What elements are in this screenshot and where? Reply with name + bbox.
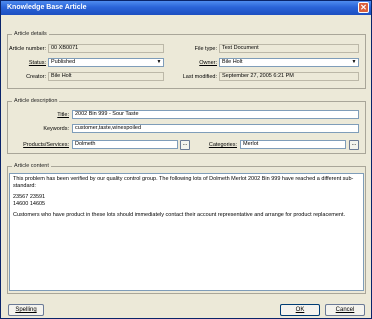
content-paragraph-3: Customers who have product in these lots… <box>13 212 346 218</box>
owner-dropdown[interactable]: Bile Holt ▼ <box>219 58 359 67</box>
article-content-editor[interactable]: This problem has been verified by our qu… <box>9 173 364 291</box>
content-lots: 23567 23591 14600 14605 <box>13 194 360 207</box>
article-number-field: 00 XB0071 <box>48 44 164 53</box>
article-content-legend: Article content <box>12 163 51 169</box>
chevron-down-icon[interactable]: ▼ <box>349 59 358 66</box>
categories-browse-button[interactable]: ... <box>349 140 359 150</box>
article-details-legend: Article details <box>12 31 49 37</box>
article-number-label: Article number: <box>9 46 46 52</box>
title-label: Title: <box>9 112 69 118</box>
categories-label-text: Categories: <box>208 142 237 148</box>
creator-field: Bile Holt <box>48 72 164 81</box>
title-input[interactable]: 2002 Bin 999 - Sour Taste <box>72 110 359 119</box>
file-type-field: Text Document <box>219 44 359 53</box>
ok-button[interactable]: OK <box>280 304 320 316</box>
file-type-label: File type: <box>194 46 217 52</box>
content-lots-line-2: 14600 14605 <box>13 200 46 207</box>
creator-label: Creator: <box>26 74 46 80</box>
status-dropdown[interactable]: Published ▼ <box>48 58 164 67</box>
close-icon[interactable]: ✕ <box>358 2 369 13</box>
categories-field[interactable]: Merlot <box>240 140 346 149</box>
ok-button-label: OK <box>295 307 305 313</box>
owner-label: Owner: <box>169 60 217 66</box>
content-paragraph-1: This problem has been verified by our qu… <box>13 176 354 189</box>
categories-label: Categories: <box>191 142 237 148</box>
status-value: Published <box>51 59 76 65</box>
cancel-button[interactable]: Cancel <box>325 304 365 316</box>
chevron-down-icon[interactable]: ▼ <box>154 59 163 66</box>
owner-label-text: Owner: <box>199 60 217 66</box>
status-label-text: Status: <box>28 60 46 66</box>
status-label: Status: <box>9 60 46 66</box>
products-label-text: Products/Services: <box>23 142 69 148</box>
window-title: Knowledge Base Article <box>7 4 87 11</box>
products-browse-button[interactable]: ... <box>180 140 190 150</box>
owner-value: Bile Holt <box>222 59 243 65</box>
last-modified-label: Last modified: <box>182 74 217 80</box>
spelling-button-label: Spelling <box>15 307 37 313</box>
cancel-button-label: Cancel <box>335 307 355 313</box>
content-lots-line-1: 23567 23591 <box>13 194 46 200</box>
keywords-label: Keywords: <box>43 126 69 132</box>
products-label: Products/Services: <box>7 142 69 148</box>
title-bar[interactable]: Knowledge Base Article ✕ <box>1 1 371 15</box>
spelling-button[interactable]: Spelling <box>8 304 44 316</box>
kb-article-window: Knowledge Base Article ✕ Article details… <box>0 0 372 319</box>
title-label-text: Title: <box>57 112 69 118</box>
products-field[interactable]: Dolmeth <box>72 140 178 149</box>
last-modified-field: September 27, 2005 6:21 PM <box>219 72 359 81</box>
keywords-input[interactable]: customer,taste,winespoiled <box>72 124 359 133</box>
article-description-legend: Article description <box>12 98 60 104</box>
